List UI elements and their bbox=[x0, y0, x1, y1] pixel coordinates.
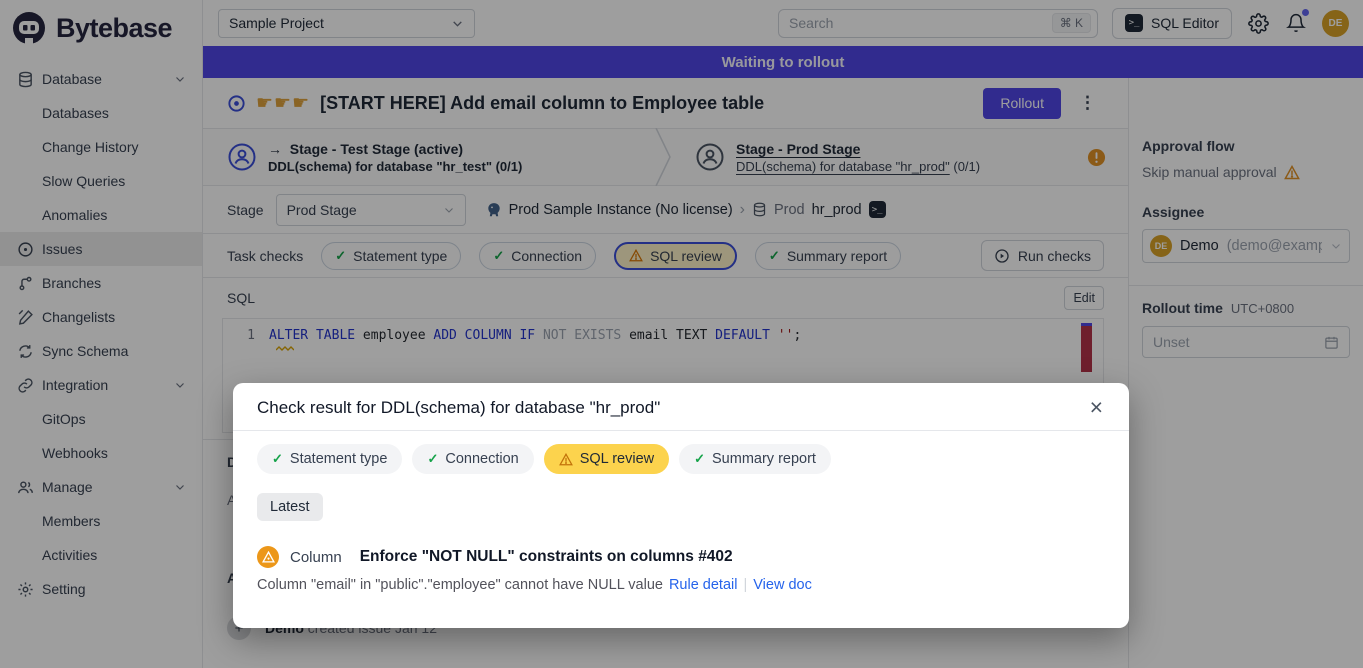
check-pass-icon: ✓ bbox=[427, 451, 438, 467]
modal-tab-statement-type[interactable]: ✓ Statement type bbox=[257, 444, 402, 474]
view-doc-link[interactable]: View doc bbox=[753, 577, 812, 593]
check-pass-icon: ✓ bbox=[272, 451, 283, 467]
modal-check-tabs: ✓ Statement type ✓ Connection SQL review… bbox=[257, 444, 1105, 474]
rule-category: Column bbox=[290, 549, 342, 566]
modal-tab-sql-review[interactable]: SQL review bbox=[544, 444, 669, 474]
modal-tab-label: SQL review bbox=[580, 451, 654, 467]
close-icon[interactable]: × bbox=[1088, 396, 1105, 419]
modal-tab-label: Statement type bbox=[290, 451, 388, 467]
rule-violation-detail: Column "email" in "public"."employee" ca… bbox=[257, 577, 663, 593]
modal-tab-label: Connection bbox=[445, 451, 518, 467]
link-separator: | bbox=[743, 577, 747, 593]
modal-tab-label: Summary report bbox=[712, 451, 816, 467]
latest-version-badge[interactable]: Latest bbox=[257, 493, 323, 521]
modal-tab-connection[interactable]: ✓ Connection bbox=[412, 444, 533, 474]
divider bbox=[233, 430, 1129, 431]
modal-tab-summary-report[interactable]: ✓ Summary report bbox=[679, 444, 831, 474]
warning-circle-icon bbox=[257, 546, 279, 568]
check-pass-icon: ✓ bbox=[694, 451, 705, 467]
rule-title: Enforce "NOT NULL" constraints on column… bbox=[360, 548, 733, 566]
review-result-row: Column Enforce "NOT NULL" constraints on… bbox=[257, 546, 1105, 568]
rule-detail-link[interactable]: Rule detail bbox=[669, 577, 738, 593]
check-result-modal: Check result for DDL(schema) for databas… bbox=[233, 383, 1129, 628]
modal-title: Check result for DDL(schema) for databas… bbox=[257, 398, 660, 418]
warning-triangle-icon bbox=[559, 453, 573, 466]
